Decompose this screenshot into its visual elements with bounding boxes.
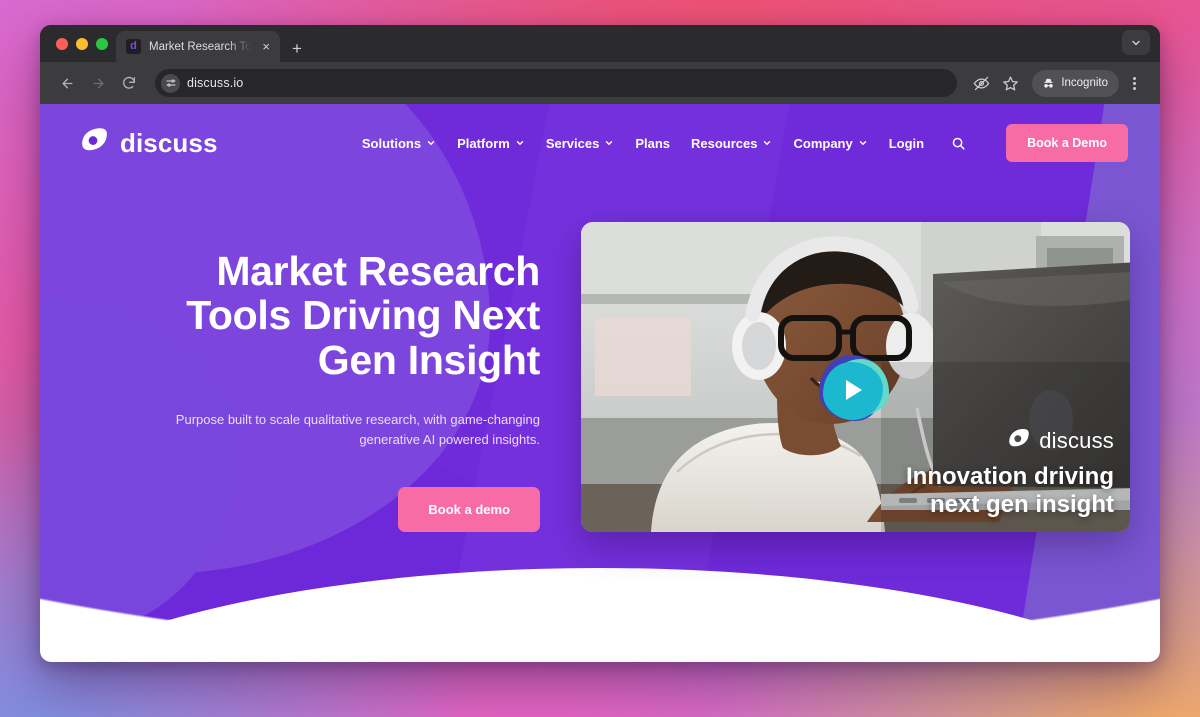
hero-subtitle-line-1: Purpose built to scale qualitative resea… bbox=[175, 411, 540, 427]
arrow-left-icon bbox=[62, 78, 72, 88]
browser-toolbar-actions: Incognito bbox=[968, 69, 1148, 97]
chevron-down-icon bbox=[606, 141, 613, 145]
tracking-protection-button[interactable] bbox=[968, 70, 995, 97]
forward-button[interactable] bbox=[85, 70, 111, 96]
incognito-indicator[interactable]: Incognito bbox=[1032, 69, 1119, 97]
hero-heading-line-3: Gen Insight bbox=[317, 336, 541, 383]
video-play-button[interactable] bbox=[813, 353, 895, 431]
hero-content: Market Research Tools Driving Next Gen I… bbox=[100, 249, 540, 533]
video-overlay-brand-name: discuss bbox=[1039, 428, 1114, 454]
site-settings-tune-icon[interactable] bbox=[161, 73, 180, 93]
kebab-dot bbox=[1133, 76, 1136, 80]
discuss-d-logo-icon bbox=[1009, 429, 1029, 447]
incognito-hat-icon bbox=[1044, 78, 1054, 88]
nav-label: Company bbox=[793, 135, 853, 151]
hero-video-card[interactable]: discuss Innovation driving next gen insi… bbox=[581, 222, 1130, 532]
search-icon bbox=[952, 137, 965, 150]
kebab-dot bbox=[1133, 86, 1136, 90]
nav-item-services[interactable]: Services bbox=[546, 136, 615, 151]
nav-label: Services bbox=[545, 135, 600, 151]
browser-tab[interactable]: d Market Research Tools Driving × bbox=[116, 31, 280, 62]
book-a-demo-button[interactable]: Book a Demo bbox=[1006, 124, 1128, 162]
arrow-right-icon bbox=[93, 78, 103, 88]
page-viewport: discuss Solutions Platform Services Plan… bbox=[40, 104, 1160, 662]
eye-slash-icon bbox=[973, 76, 990, 90]
video-overlay-brand: discuss bbox=[906, 428, 1114, 454]
video-overlay-line-1: Innovation driving bbox=[906, 463, 1114, 491]
hero-heading-line-1: Market Research bbox=[216, 248, 540, 294]
chevron-down-icon bbox=[859, 141, 866, 145]
bookmark-button[interactable] bbox=[997, 70, 1024, 97]
browser-menu-button[interactable] bbox=[1121, 70, 1148, 97]
nav-label: Platform bbox=[457, 135, 510, 151]
discuss-favicon-icon: d bbox=[126, 39, 141, 54]
site-navigation: discuss Solutions Platform Services Plan… bbox=[40, 104, 1160, 182]
nav-label: Resources bbox=[691, 135, 758, 151]
minimize-window-button[interactable] bbox=[76, 37, 88, 50]
nav-item-plans[interactable]: Plans bbox=[635, 136, 670, 151]
hero-subtitle: Purpose built to scale qualitative resea… bbox=[100, 410, 540, 450]
star-icon bbox=[1003, 75, 1019, 91]
window-expand-button[interactable] bbox=[1122, 30, 1150, 55]
kebab-dot bbox=[1133, 81, 1136, 85]
desktop-wallpaper: d Market Research Tools Driving × + bbox=[0, 0, 1200, 717]
chevron-down-icon bbox=[764, 141, 771, 145]
reload-button[interactable] bbox=[116, 70, 142, 96]
site-nav-links: Solutions Platform Services Plans Resour… bbox=[362, 124, 1128, 162]
back-button[interactable] bbox=[54, 70, 80, 96]
play-triangle-icon bbox=[846, 380, 862, 400]
reload-icon bbox=[123, 76, 135, 89]
new-tab-button[interactable]: + bbox=[292, 40, 302, 57]
hero-subtitle-line-2: generative AI powered insights. bbox=[359, 431, 540, 447]
address-bar[interactable]: discuss.io bbox=[155, 69, 958, 97]
chevron-down-icon bbox=[1132, 40, 1140, 45]
close-tab-icon[interactable]: × bbox=[260, 38, 272, 55]
browser-window: d Market Research Tools Driving × + bbox=[40, 25, 1160, 662]
video-overlay-line-2: next gen insight bbox=[929, 490, 1114, 518]
browser-tab-strip: d Market Research Tools Driving × + bbox=[40, 25, 1160, 62]
site-search-button[interactable] bbox=[945, 132, 972, 155]
chevron-down-icon bbox=[427, 141, 435, 145]
nav-item-login[interactable]: Login bbox=[889, 136, 924, 151]
hero-book-a-demo-button[interactable]: Book a demo bbox=[398, 487, 540, 533]
close-window-button[interactable] bbox=[56, 37, 68, 50]
maximize-window-button[interactable] bbox=[96, 37, 108, 50]
hero-heading: Market Research Tools Driving Next Gen I… bbox=[100, 249, 540, 382]
nav-item-company[interactable]: Company bbox=[793, 136, 867, 151]
browser-tab-title: Market Research Tools Driving bbox=[149, 40, 252, 53]
site-brand-name: discuss bbox=[120, 127, 218, 158]
video-overlay-tagline: Innovation driving next gen insight bbox=[906, 463, 1114, 518]
hero-heading-line-2: Tools Driving Next bbox=[186, 292, 540, 339]
video-overlay-caption: discuss Innovation driving next gen insi… bbox=[906, 428, 1114, 518]
window-traffic-lights bbox=[52, 25, 116, 62]
nav-label: Solutions bbox=[361, 135, 422, 151]
nav-label: Login bbox=[888, 135, 925, 151]
nav-item-platform[interactable]: Platform bbox=[457, 136, 525, 151]
site-logo[interactable]: discuss bbox=[78, 127, 218, 160]
browser-toolbar: discuss.io Incognito bbox=[40, 62, 1160, 104]
tune-icon bbox=[166, 79, 175, 87]
nav-label: Plans bbox=[635, 135, 670, 151]
discuss-d-logo-icon bbox=[82, 127, 107, 150]
nav-item-solutions[interactable]: Solutions bbox=[362, 136, 436, 151]
incognito-label: Incognito bbox=[1061, 77, 1108, 89]
address-bar-url: discuss.io bbox=[187, 76, 244, 90]
chevron-down-icon bbox=[516, 141, 524, 145]
nav-item-resources[interactable]: Resources bbox=[691, 136, 772, 151]
